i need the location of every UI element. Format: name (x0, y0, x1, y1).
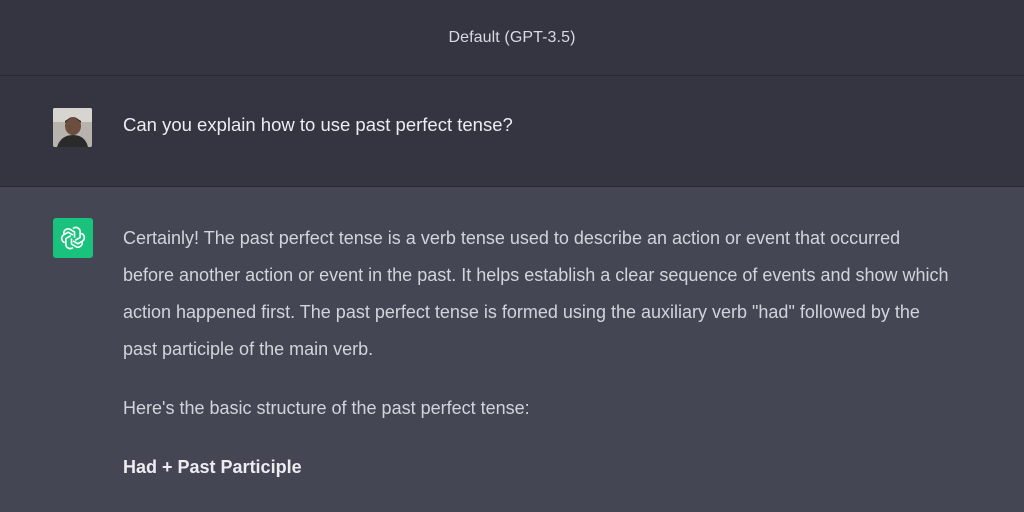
answer-paragraph: Certainly! The past perfect tense is a v… (123, 228, 949, 359)
user-message-text: Can you explain how to use past perfect … (123, 114, 513, 135)
user-avatar (53, 108, 92, 147)
answer-paragraph: Here's the basic structure of the past p… (123, 398, 530, 418)
user-message-row: Can you explain how to use past perfect … (0, 76, 1024, 222)
top-bar: Default (GPT-3.5) (0, 0, 1024, 76)
user-photo-icon (53, 108, 92, 147)
model-selector-label[interactable]: Default (GPT-3.5) (448, 29, 575, 47)
assistant-avatar (53, 218, 93, 258)
answer-formula: Had + Past Participle (123, 457, 302, 477)
openai-logo-icon (60, 226, 86, 250)
assistant-message-content: Certainly! The past perfect tense is a v… (123, 220, 953, 508)
assistant-message-row: Certainly! The past perfect tense is a v… (0, 187, 1024, 512)
